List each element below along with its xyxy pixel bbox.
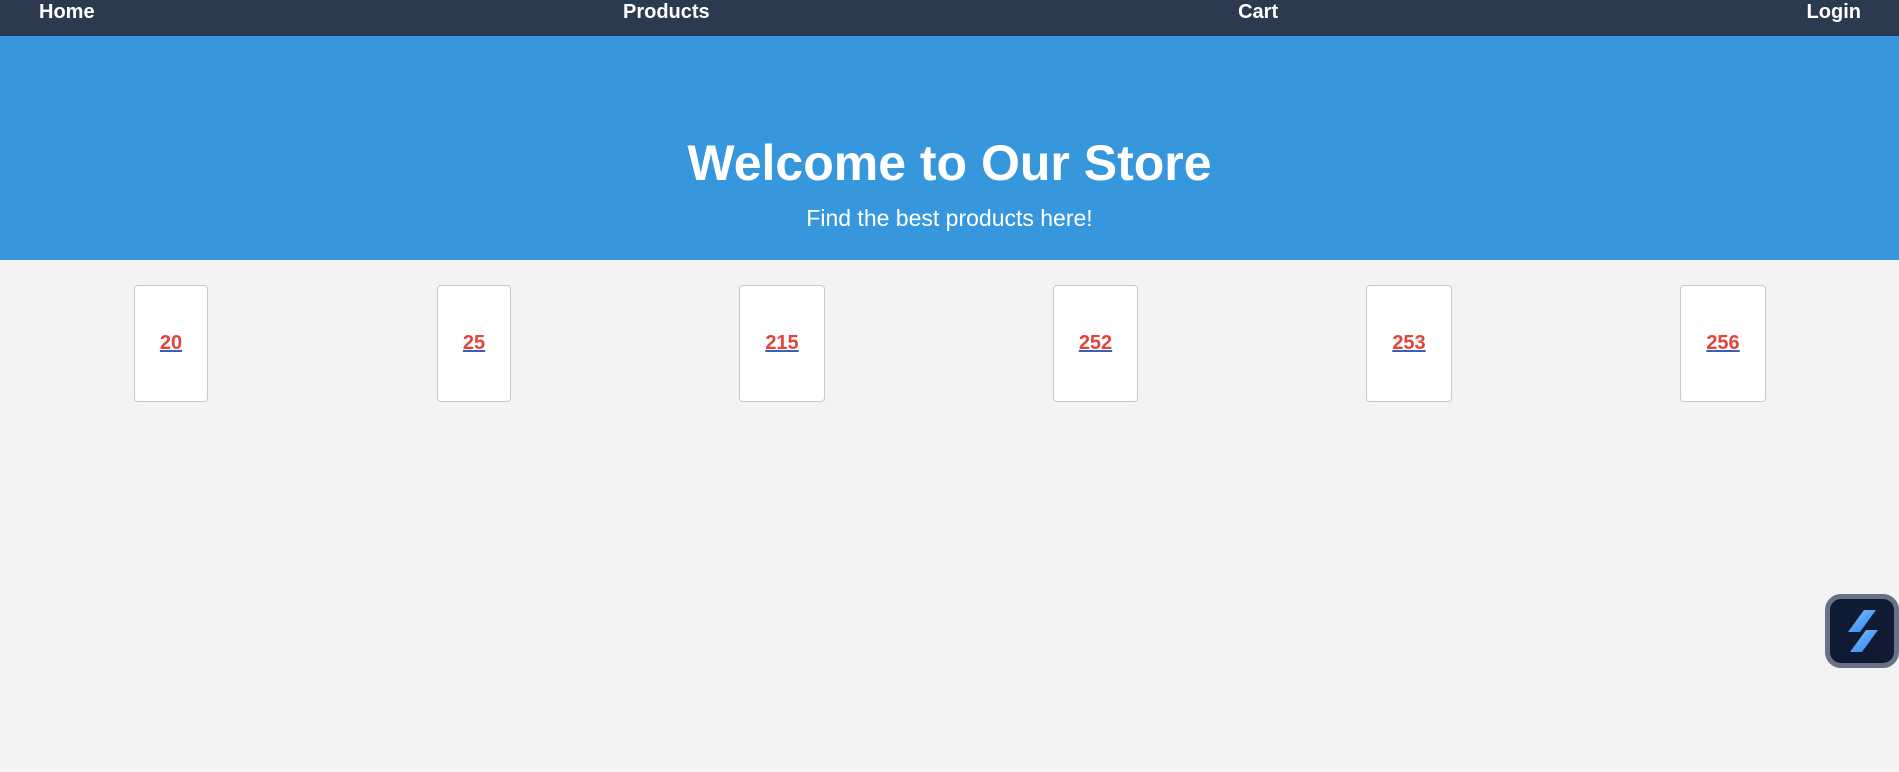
nav-home-link[interactable]: Home — [39, 0, 95, 24]
nav-cart-link[interactable]: Cart — [1238, 0, 1278, 24]
hero-subtitle: Find the best products here! — [806, 205, 1093, 231]
top-navbar: Home Products Cart Login — [0, 0, 1899, 36]
nav-products-link[interactable]: Products — [623, 0, 710, 24]
product-link[interactable]: 25 — [463, 332, 485, 355]
product-card: 252 — [1053, 285, 1138, 402]
product-card: 256 — [1680, 285, 1766, 402]
hero-banner: Welcome to Our Store Find the best produ… — [0, 36, 1899, 260]
product-link[interactable]: 252 — [1079, 332, 1112, 355]
product-link[interactable]: 253 — [1392, 332, 1425, 355]
product-link[interactable]: 20 — [160, 332, 182, 355]
product-card: 253 — [1366, 285, 1452, 402]
nav-login-link[interactable]: Login — [1807, 0, 1861, 24]
product-card: 25 — [437, 285, 511, 402]
hero-title: Welcome to Our Store — [687, 135, 1212, 191]
floating-app-button[interactable] — [1825, 594, 1899, 668]
app-logo-icon — [1848, 610, 1878, 652]
product-link[interactable]: 256 — [1706, 332, 1739, 355]
product-list: 20 25 215 252 253 256 — [0, 285, 1899, 402]
product-card: 215 — [739, 285, 825, 402]
product-link[interactable]: 215 — [765, 332, 798, 355]
product-card: 20 — [134, 285, 208, 402]
